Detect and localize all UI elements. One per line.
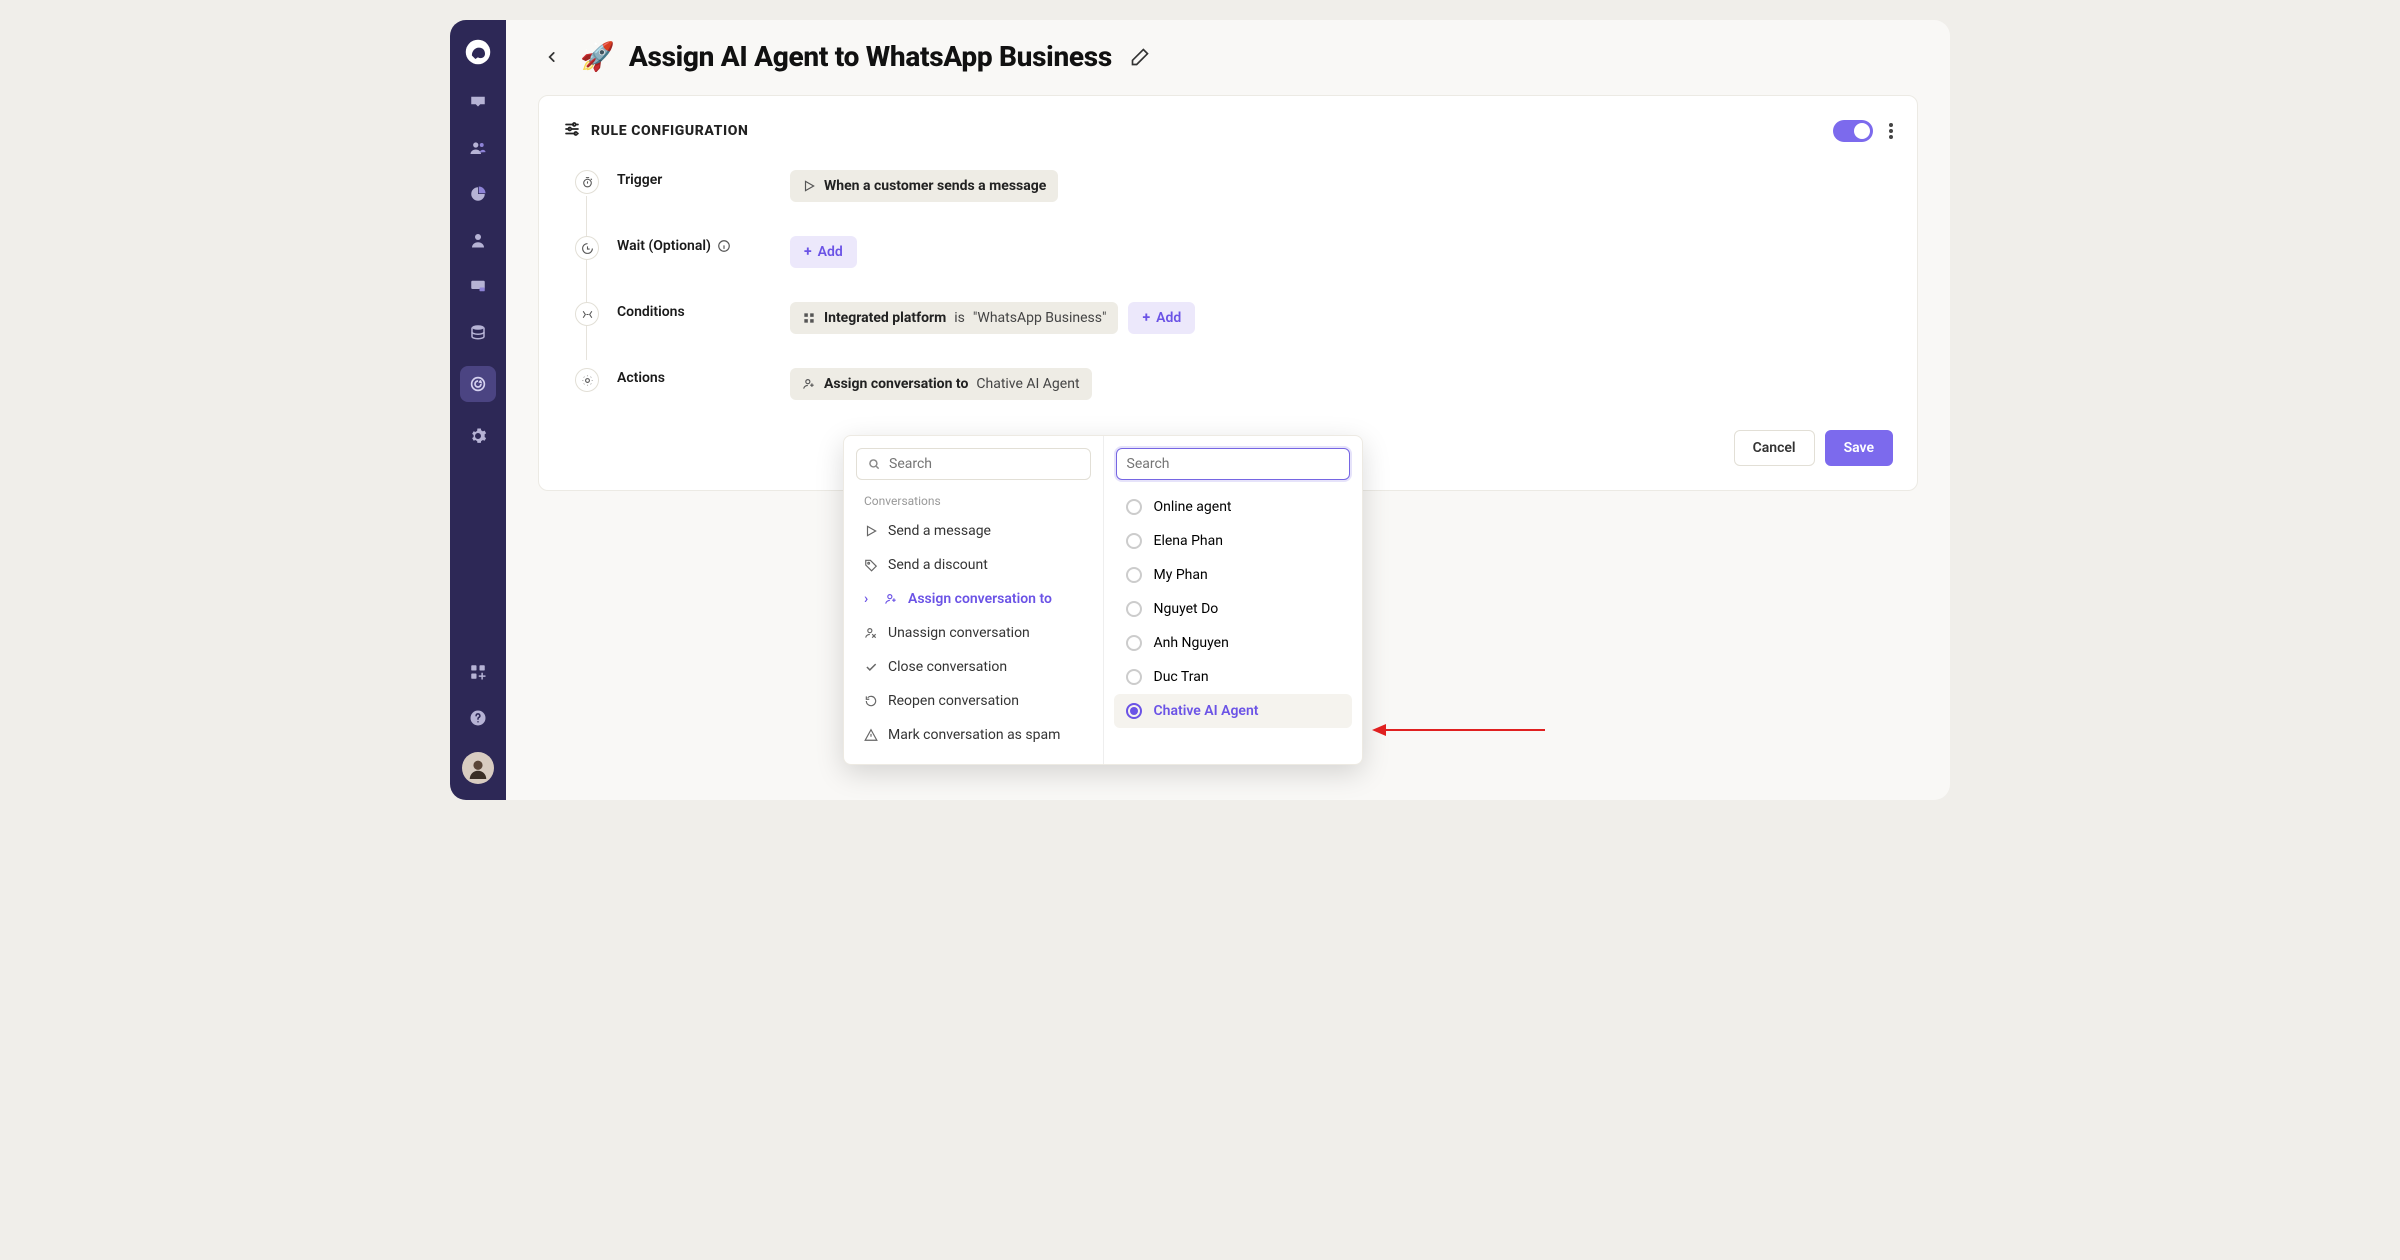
card-title: RULE CONFIGURATION	[591, 123, 749, 139]
settings-icon[interactable]	[466, 424, 490, 448]
action-option[interactable]: Send a message	[854, 514, 1093, 548]
action-option[interactable]: ›Assign conversation to	[854, 582, 1093, 616]
reopen-icon	[864, 694, 878, 708]
step-wait: Wait (Optional) +Add	[575, 236, 1893, 268]
assignee-option[interactable]: Chative AI Agent	[1114, 694, 1353, 728]
step-conditions: Conditions Integrated platform is "Whats…	[575, 302, 1893, 334]
send-icon	[864, 524, 878, 538]
analytics-icon[interactable]	[466, 182, 490, 206]
actions-label: Actions	[617, 370, 665, 386]
contacts-icon[interactable]	[466, 136, 490, 160]
wait-step-icon	[575, 236, 599, 260]
wait-label: Wait (Optional)	[617, 238, 711, 254]
automation-icon[interactable]	[460, 366, 496, 402]
database-icon[interactable]	[466, 320, 490, 344]
actions-step-icon	[575, 368, 599, 392]
user-avatar[interactable]	[462, 752, 494, 784]
app-frame: 🚀 Assign AI Agent to WhatsApp Business R…	[450, 20, 1950, 800]
radio-icon	[1126, 567, 1142, 583]
wait-add-button[interactable]: +Add	[790, 236, 857, 268]
action-option[interactable]: Send a discount	[854, 548, 1093, 582]
cancel-button[interactable]: Cancel	[1734, 430, 1815, 466]
check-icon	[864, 660, 878, 674]
assignee-option[interactable]: Duc Tran	[1114, 660, 1353, 694]
assign-icon	[802, 377, 816, 391]
condition-add-button[interactable]: +Add	[1128, 302, 1195, 334]
grid-icon	[802, 311, 816, 325]
trigger-step-icon	[575, 170, 599, 194]
unassign-icon	[864, 626, 878, 640]
page-header: 🚀 Assign AI Agent to WhatsApp Business	[538, 40, 1918, 73]
back-button[interactable]	[538, 43, 566, 71]
agents-icon[interactable]	[466, 228, 490, 252]
channels-icon[interactable]	[466, 274, 490, 298]
action-field: Assign conversation to	[824, 376, 968, 392]
sliders-icon	[563, 120, 581, 142]
more-menu-button[interactable]	[1889, 123, 1893, 139]
conditions-label: Conditions	[617, 304, 685, 320]
trigger-chip[interactable]: When a customer sends a message	[790, 170, 1058, 202]
sidebar	[450, 20, 506, 800]
condition-chip[interactable]: Integrated platform is "WhatsApp Busines…	[790, 302, 1118, 334]
action-picker-popover: Conversations Send a messageSend a disco…	[843, 435, 1363, 765]
condition-field: Integrated platform	[824, 310, 946, 326]
popover-right-col: Online agentElena PhanMy PhanNguyet DoAn…	[1104, 436, 1363, 764]
step-trigger: Trigger When a customer sends a message	[575, 170, 1893, 202]
condition-op: is	[954, 310, 965, 326]
action-option[interactable]: Reopen conversation	[854, 684, 1093, 718]
play-icon	[802, 179, 816, 193]
action-search-input[interactable]	[889, 456, 1080, 472]
tag-icon	[864, 558, 878, 572]
assignee-search-input[interactable]	[1127, 456, 1340, 472]
action-option[interactable]: Mark conversation as spam	[854, 718, 1093, 752]
save-button[interactable]: Save	[1825, 430, 1893, 466]
radio-icon	[1126, 703, 1142, 719]
rule-enabled-toggle[interactable]	[1833, 120, 1873, 142]
page-title: Assign AI Agent to WhatsApp Business	[629, 40, 1112, 73]
trigger-chip-text: When a customer sends a message	[824, 178, 1046, 194]
assignee-search[interactable]	[1116, 448, 1351, 480]
assignee-option[interactable]: My Phan	[1114, 558, 1353, 592]
action-option[interactable]: Unassign conversation	[854, 616, 1093, 650]
app-logo[interactable]	[462, 36, 494, 68]
assignee-option[interactable]: Nguyet Do	[1114, 592, 1353, 626]
assignee-option[interactable]: Online agent	[1114, 490, 1353, 524]
help-icon[interactable]	[466, 706, 490, 730]
popover-section-label: Conversations	[854, 490, 1093, 514]
condition-value: "WhatsApp Business"	[973, 310, 1107, 326]
action-list: Send a messageSend a discount›Assign con…	[854, 514, 1093, 752]
steps: Trigger When a customer sends a message	[563, 170, 1893, 400]
assignee-option[interactable]: Anh Nguyen	[1114, 626, 1353, 660]
step-actions: Actions Assign conversation to Chative A…	[575, 368, 1893, 400]
rule-config-card: RULE CONFIGURATION Trigger	[538, 95, 1918, 491]
conditions-step-icon	[575, 302, 599, 326]
popover-left-col: Conversations Send a messageSend a disco…	[844, 436, 1104, 764]
radio-icon	[1126, 533, 1142, 549]
inbox-icon[interactable]	[466, 90, 490, 114]
edit-title-button[interactable]	[1126, 43, 1154, 71]
info-icon[interactable]	[717, 239, 731, 253]
trigger-label: Trigger	[617, 172, 662, 188]
rocket-emoji: 🚀	[580, 40, 615, 73]
spam-icon	[864, 728, 878, 742]
assign-icon	[884, 592, 898, 606]
assignee-option[interactable]: Elena Phan	[1114, 524, 1353, 558]
apps-icon[interactable]	[466, 660, 490, 684]
radio-icon	[1126, 635, 1142, 651]
radio-icon	[1126, 601, 1142, 617]
card-header: RULE CONFIGURATION	[563, 120, 1893, 142]
action-option[interactable]: Close conversation	[854, 650, 1093, 684]
assignee-list: Online agentElena PhanMy PhanNguyet DoAn…	[1114, 490, 1353, 728]
radio-icon	[1126, 669, 1142, 685]
action-value: Chative AI Agent	[976, 376, 1079, 392]
radio-icon	[1126, 499, 1142, 515]
action-search[interactable]	[856, 448, 1091, 480]
action-chip[interactable]: Assign conversation to Chative AI Agent	[790, 368, 1092, 400]
